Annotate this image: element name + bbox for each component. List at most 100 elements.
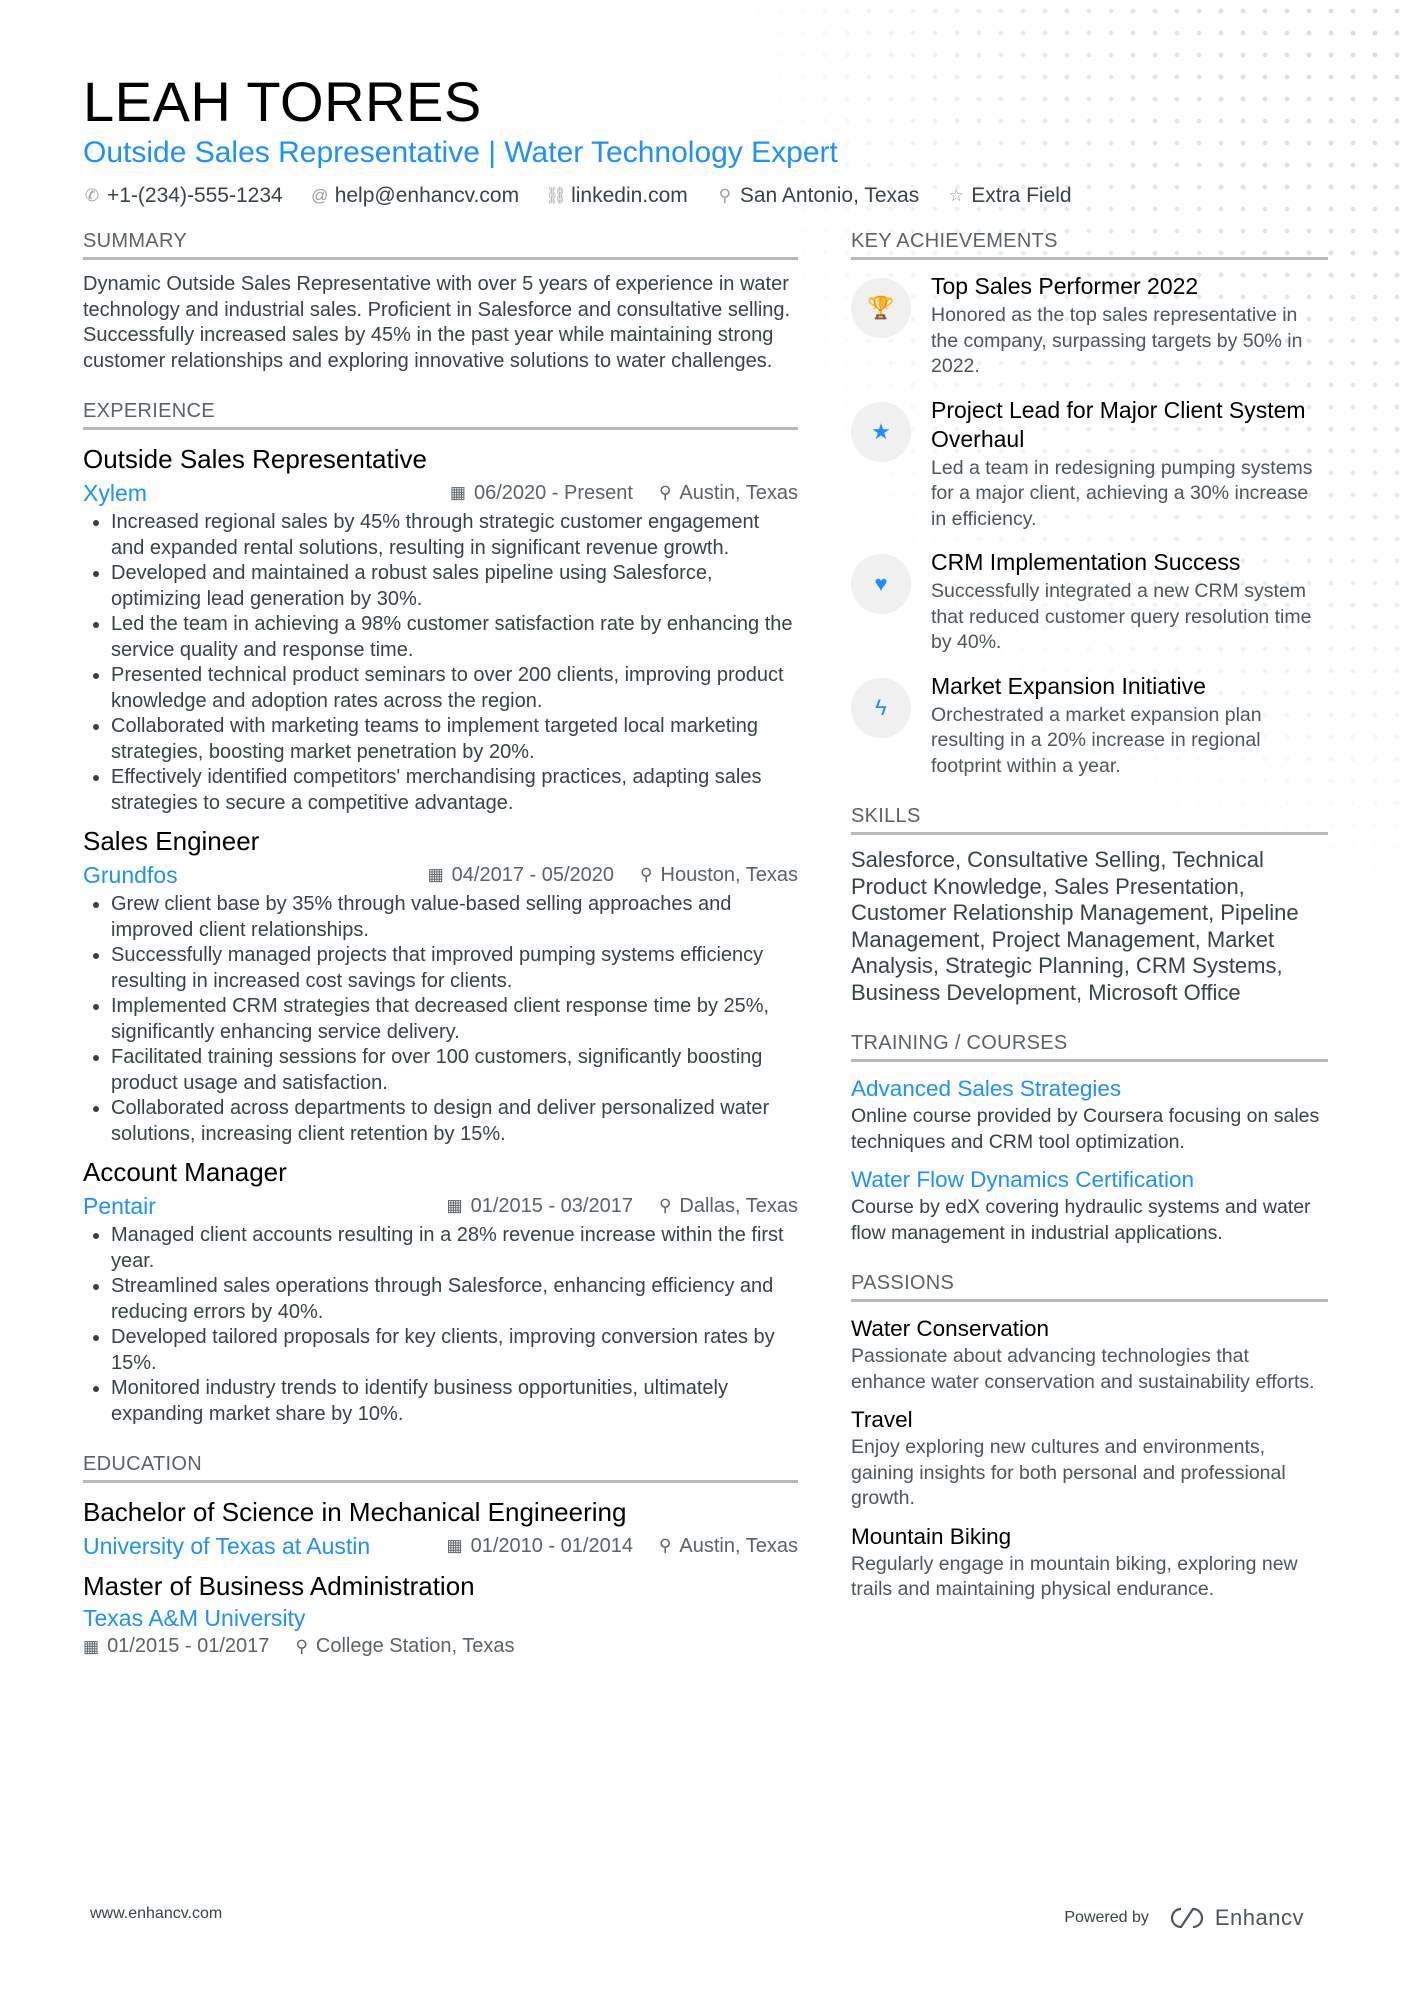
experience-heading: Experience (83, 400, 798, 430)
footer-website-link[interactable]: www.enhancv.com (90, 1905, 222, 1931)
achievement-title: Top Sales Performer 2022 (931, 273, 1199, 299)
location-pin-icon: ⚲ (658, 1536, 672, 1555)
location-pin-icon: ⚲ (658, 483, 672, 502)
at-icon: @ (311, 186, 329, 205)
contact-phone[interactable]: ✆ +1-(234)-555-1234 (83, 184, 283, 208)
right-column: Key Achievements 🏆 Top Sales Performer 2… (851, 230, 1328, 1684)
education-dates-text: 01/2015 - 01/2017 (107, 1635, 270, 1657)
education-location-text: College Station, Texas (315, 1635, 515, 1657)
company-name: Pentair (83, 1193, 156, 1219)
job-bullet: Collaborated with marketing teams to imp… (111, 714, 798, 765)
job-entry: Outside Sales Representative Xylem ▦ 06/2… (83, 442, 798, 816)
contact-email[interactable]: @ help@enhancv.com (311, 184, 519, 208)
education-meta-details: ▦ 01/2010 - 01/2014 ⚲ Austin, Texas (447, 1535, 798, 1558)
page-footer: www.enhancv.com Powered by Enhancv (90, 1905, 1410, 1931)
contact-extra-text: Extra Field (971, 184, 1072, 207)
job-dates-text: 01/2015 - 03/2017 (470, 1194, 633, 1217)
skills-list: Salesforce, Consultative Selling, Techni… (851, 847, 1299, 1005)
summary-text: Dynamic Outside Sales Representative wit… (83, 273, 791, 372)
passion-title: Water Conservation (851, 1316, 1049, 1341)
resume-page: LEAH TORRES Outside Sales Representative… (0, 0, 1410, 1684)
contact-linkedin-text: linkedin.com (571, 184, 688, 207)
powered-by: Powered by Enhancv (1064, 1905, 1304, 1931)
star-outline-icon: ☆ (948, 186, 964, 205)
achievement-title: CRM Implementation Success (931, 549, 1241, 575)
enhancv-brand-text: Enhancv (1214, 1905, 1304, 1930)
achievement-title: Project Lead for Major Client System Ove… (931, 396, 1306, 452)
education-location-text: Austin, Texas (679, 1534, 798, 1557)
candidate-name: LEAH TORRES (83, 70, 482, 133)
link-icon: ⛓ (545, 186, 567, 205)
job-bullet: Successfully managed projects that impro… (111, 943, 798, 994)
education-dates-text: 01/2010 - 01/2014 (470, 1534, 633, 1557)
job-bullet: Effectively identified competitors' merc… (111, 765, 798, 816)
job-meta-details: ▦ 04/2017 - 05/2020 ⚲ Houston, Texas (428, 864, 798, 887)
job-bullet: Developed tailored proposals for key cli… (111, 1325, 798, 1376)
calendar-icon: ▦ (427, 865, 444, 884)
job-bullet: Collaborated across departments to desig… (111, 1096, 798, 1147)
enhancv-logo-icon (1170, 1907, 1203, 1929)
course-desc: Course by edX covering hydraulic systems… (851, 1196, 1311, 1244)
contact-linkedin[interactable]: ⛓ linkedin.com (545, 184, 688, 208)
job-bullet: Led the team in achieving a 98% customer… (111, 612, 798, 663)
job-bullets: Increased regional sales by 45% through … (83, 510, 798, 816)
contact-bar: ✆ +1-(234)-555-1234 @ help@enhancv.com ⛓… (83, 184, 1410, 208)
passion-title: Travel (851, 1407, 913, 1432)
job-location: ⚲ Austin, Texas (659, 482, 798, 505)
contact-location: ⚲ San Antonio, Texas (716, 184, 920, 208)
job-bullet: Managed client accounts resulting in a 2… (111, 1223, 798, 1274)
experience-section: Experience Outside Sales Representative … (83, 400, 798, 1427)
passion-desc: Regularly engage in mountain biking, exp… (851, 1552, 1298, 1601)
job-dates: ▦ 06/2020 - Present (450, 482, 633, 505)
school-name: Texas A&M University (83, 1605, 306, 1631)
achievement-item: 🏆 Top Sales Performer 2022 Honored as the… (851, 272, 1328, 380)
contact-extra-field: ☆ Extra Field (947, 184, 1072, 208)
education-dates: ▦ 01/2015 - 01/2017 (83, 1635, 269, 1658)
calendar-icon: ▦ (446, 1196, 463, 1215)
education-location: ⚲ Austin, Texas (659, 1535, 798, 1558)
course-title: Water Flow Dynamics Certification (851, 1167, 1194, 1192)
job-title: Sales Engineer (83, 826, 260, 856)
job-meta: Grundfos ▦ 04/2017 - 05/2020 ⚲ Houston, Te… (83, 860, 798, 890)
job-bullet: Grew client base by 35% through value-ba… (111, 892, 798, 943)
job-meta: Pentair ▦ 01/2015 - 03/2017 ⚲ Dallas, Texa… (83, 1191, 798, 1221)
job-bullets: Managed client accounts resulting in a 2… (83, 1223, 798, 1427)
contact-phone-text: +1-(234)-555-1234 (107, 184, 283, 207)
job-title: Outside Sales Representative (83, 444, 427, 474)
powered-by-label: Powered by (1064, 1909, 1149, 1926)
achievement-title: Market Expansion Initiative (931, 672, 1206, 699)
candidate-title: Outside Sales Representative | Water Tec… (83, 136, 838, 169)
education-meta: University of Texas at Austin ▦ 01/2010 -… (83, 1531, 798, 1561)
job-dates-text: 04/2017 - 05/2020 (451, 863, 615, 886)
achievement-desc: Led a team in redesigning pumping system… (931, 456, 1313, 530)
job-location: ⚲ Houston, Texas (640, 864, 798, 887)
job-bullet: Implemented CRM strategies that decrease… (111, 994, 798, 1045)
location-pin-icon: ⚲ (658, 1196, 672, 1215)
enhancv-logo[interactable]: Enhancv (1167, 1905, 1304, 1931)
passion-desc: Passionate about advancing technologies … (851, 1345, 1315, 1393)
passion-desc: Enjoy exploring new cultures and environ… (851, 1436, 1286, 1509)
passions-heading: Passions (851, 1272, 1328, 1302)
left-column: Summary Dynamic Outside Sales Representa… (83, 230, 798, 1684)
job-location-text: Houston, Texas (660, 863, 799, 886)
job-bullet: Increased regional sales by 45% through … (111, 510, 798, 561)
star-icon: ★ (851, 401, 911, 462)
achievement-item: ★ Project Lead for Major Client System O… (851, 396, 1328, 533)
achievement-item: ♥ CRM Implementation Success Successfully… (851, 548, 1328, 656)
company-name: Xylem (83, 480, 147, 506)
training-heading: Training / Courses (851, 1032, 1328, 1062)
job-bullet: Facilitated training sessions for over 1… (111, 1045, 798, 1096)
trophy-icon: 🏆 (851, 278, 911, 338)
calendar-icon: ▦ (446, 1536, 463, 1555)
training-section: Training / Courses Advanced Sales Strate… (851, 1032, 1328, 1246)
location-pin-icon: ⚲ (295, 1636, 308, 1656)
location-pin-icon: ⚲ (640, 865, 653, 884)
achievements-section: Key Achievements 🏆 Top Sales Performer 2… (851, 230, 1328, 779)
job-meta: Xylem ▦ 06/2020 - Present ⚲ Austin, Texas (83, 478, 798, 508)
job-bullet: Developed and maintained a robust sales … (111, 561, 798, 612)
passion-title: Mountain Biking (851, 1523, 1012, 1549)
job-location-text: Austin, Texas (679, 481, 798, 504)
education-entry: Bachelor of Science in Mechanical Engine… (83, 1495, 798, 1561)
passions-section: Passions Water Conservation Passionate a… (851, 1272, 1328, 1603)
job-entry: Account Manager Pentair ▦ 01/2015 - 03/20… (83, 1155, 798, 1427)
